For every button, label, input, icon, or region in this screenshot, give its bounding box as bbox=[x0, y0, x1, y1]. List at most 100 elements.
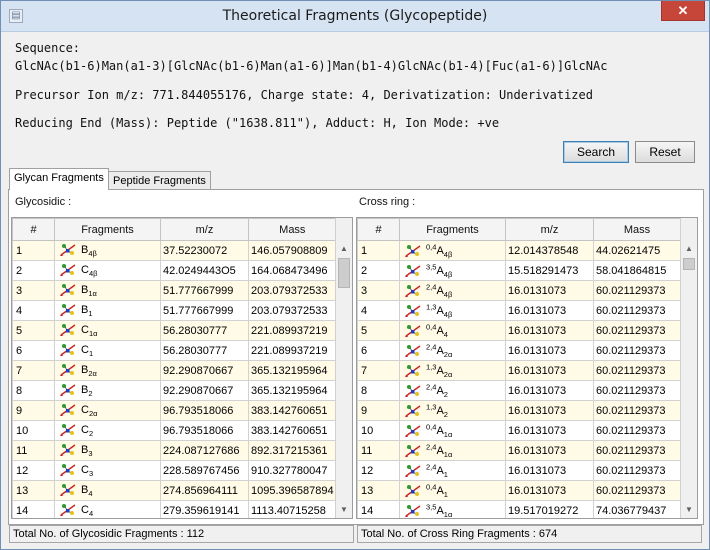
glycan-structure-icon bbox=[60, 283, 76, 296]
table-row[interactable]: 9 C2α 96.793518066 383.142760651 bbox=[12, 400, 337, 421]
glycan-structure-icon bbox=[60, 303, 76, 316]
table-row[interactable]: 4 1,3A4β 16.0131073 60.021129373 bbox=[357, 300, 681, 321]
reset-button[interactable]: Reset bbox=[635, 141, 695, 163]
fragment-cleavage: 1,3 bbox=[426, 362, 437, 372]
scroll-down-arrow[interactable]: ▼ bbox=[681, 501, 697, 518]
column-header-mz[interactable]: m/z bbox=[160, 218, 249, 241]
table-row[interactable]: 1 0,4A4β 12.014378548 44.02621475 bbox=[357, 240, 681, 261]
mz-cell: 96.793518066 bbox=[160, 400, 249, 421]
cross-ring-table[interactable]: # Fragments m/z Mass 1 0,4A4β 12.014378548… bbox=[356, 217, 698, 519]
tab-glycan-fragments[interactable]: Glycan Fragments bbox=[9, 168, 109, 190]
table-row[interactable]: 7 1,3A2α 16.0131073 60.021129373 bbox=[357, 360, 681, 381]
mass-cell: 1113.40715258 bbox=[248, 500, 337, 518]
column-header-number[interactable]: # bbox=[12, 218, 55, 241]
table-row[interactable]: 13 0,4A1 16.0131073 60.021129373 bbox=[357, 480, 681, 501]
mz-cell: 92.290870667 bbox=[160, 380, 249, 401]
fragment-label: B2 bbox=[81, 384, 93, 398]
glycan-structure-icon bbox=[405, 264, 421, 277]
table-row[interactable]: 14 C4 279.359619141 1113.40715258 bbox=[12, 500, 337, 518]
column-header-mass[interactable]: Mass bbox=[248, 218, 337, 241]
table-row[interactable]: 14 3,5A1α 19.517019272 74.036779437 bbox=[357, 500, 681, 518]
row-number: 7 bbox=[12, 360, 55, 381]
table-row[interactable]: 2 3,5A4β 15.518291473 58.041864815 bbox=[357, 260, 681, 281]
mz-cell: 16.0131073 bbox=[505, 340, 594, 361]
fragment-cleavage: 2,4 bbox=[426, 442, 437, 452]
close-button[interactable]: ✕ bbox=[661, 1, 705, 21]
fragment-label: B1α bbox=[81, 284, 97, 298]
glycosidic-scrollbar[interactable]: ▲ ▼ bbox=[335, 218, 352, 518]
fragment-label: B4 bbox=[81, 484, 93, 499]
glycan-structure-icon bbox=[60, 443, 76, 456]
scroll-thumb[interactable] bbox=[683, 258, 695, 270]
table-row[interactable]: 11 2,4A1α 16.0131073 60.021129373 bbox=[357, 440, 681, 461]
table-row[interactable]: 12 C3 228.589767456 910.327780047 bbox=[12, 460, 337, 481]
fragment-label: 0,4A4β bbox=[426, 242, 452, 259]
search-button[interactable]: Search bbox=[563, 141, 629, 163]
column-header-fragments[interactable]: Fragments bbox=[399, 218, 506, 241]
mz-cell: 16.0131073 bbox=[505, 460, 594, 481]
mass-cell: 221.089937219 bbox=[248, 320, 337, 341]
fragment-letter: A bbox=[436, 244, 444, 257]
table-row[interactable]: 8 B2 92.290870667 365.132195964 bbox=[12, 380, 337, 401]
fragment-position: 1 bbox=[88, 349, 94, 359]
fragment-position: 2 bbox=[443, 409, 448, 419]
tab-peptide-fragments[interactable]: Peptide Fragments bbox=[108, 171, 211, 191]
table-row[interactable]: 10 C2 96.793518066 383.142760651 bbox=[12, 420, 337, 441]
cross-ring-scrollbar[interactable]: ▲ ▼ bbox=[680, 218, 697, 518]
fragment-letter: A bbox=[436, 364, 444, 377]
scroll-thumb[interactable] bbox=[338, 258, 350, 288]
mass-cell: 60.021129373 bbox=[593, 340, 681, 361]
table-row[interactable]: 7 B2α 92.290870667 365.132195964 bbox=[12, 360, 337, 381]
table-row[interactable]: 2 C4β 42.0249443O5 164.068473496 bbox=[12, 260, 337, 281]
fragment-cell: 0,4A4β bbox=[399, 240, 506, 261]
table-row[interactable]: 9 1,3A2 16.0131073 60.021129373 bbox=[357, 400, 681, 421]
mass-cell: 892.317215361 bbox=[248, 440, 337, 461]
scroll-up-arrow[interactable]: ▲ bbox=[681, 240, 697, 257]
glycosidic-label: Glycosidic : bbox=[15, 196, 72, 208]
mass-cell: 146.057908809 bbox=[248, 240, 337, 261]
table-row[interactable]: 3 2,4A4β 16.0131073 60.021129373 bbox=[357, 280, 681, 301]
table-row[interactable]: 6 2,4A2α 16.0131073 60.021129373 bbox=[357, 340, 681, 361]
scroll-up-arrow[interactable]: ▲ bbox=[336, 240, 352, 257]
fragment-cell: 1,3A2 bbox=[399, 400, 506, 421]
fragment-cell: B4 bbox=[54, 480, 161, 501]
mz-cell: 56.28030777 bbox=[160, 320, 249, 341]
column-header-fragments[interactable]: Fragments bbox=[54, 218, 161, 241]
fragment-position: 4 bbox=[88, 489, 93, 499]
table-row[interactable]: 12 2,4A1 16.0131073 60.021129373 bbox=[357, 460, 681, 481]
fragment-label: 0,4A4 bbox=[426, 322, 448, 339]
mass-cell: 60.021129373 bbox=[593, 440, 681, 461]
fragment-label: 0,4A1α bbox=[426, 422, 452, 439]
fragment-letter: A bbox=[436, 484, 444, 497]
mass-cell: 203.079372533 bbox=[248, 280, 337, 301]
glycan-structure-icon bbox=[405, 244, 421, 257]
column-header-number[interactable]: # bbox=[357, 218, 400, 241]
row-number: 10 bbox=[357, 420, 400, 441]
fragment-position: 4β bbox=[88, 269, 98, 279]
table-row[interactable]: 11 B3 224.087127686 892.317215361 bbox=[12, 440, 337, 461]
mz-cell: 96.793518066 bbox=[160, 420, 249, 441]
mass-cell: 60.021129373 bbox=[593, 280, 681, 301]
table-row[interactable]: 5 C1α 56.28030777 221.089937219 bbox=[12, 320, 337, 341]
column-header-mz[interactable]: m/z bbox=[505, 218, 594, 241]
mass-cell: 221.089937219 bbox=[248, 340, 337, 361]
reducing-end-info: Reducing End (Mass): Peptide ("1638.811"… bbox=[15, 116, 500, 130]
column-header-mass[interactable]: Mass bbox=[593, 218, 681, 241]
mass-cell: 365.132195964 bbox=[248, 360, 337, 381]
table-row[interactable]: 8 2,4A2 16.0131073 60.021129373 bbox=[357, 380, 681, 401]
table-row[interactable]: 1 B4β 37.52230072 146.057908809 bbox=[12, 240, 337, 261]
table-row[interactable]: 10 0,4A1α 16.0131073 60.021129373 bbox=[357, 420, 681, 441]
table-row[interactable]: 5 0,4A4 16.0131073 60.021129373 bbox=[357, 320, 681, 341]
glycosidic-table[interactable]: # Fragments m/z Mass 1 B4β 37.52230072 146.… bbox=[11, 217, 353, 519]
fragment-position: 4β bbox=[443, 289, 453, 299]
glycan-structure-icon bbox=[405, 304, 421, 317]
scroll-down-arrow[interactable]: ▼ bbox=[336, 501, 352, 518]
glycan-structure-icon bbox=[405, 504, 421, 517]
table-row[interactable]: 13 B4 274.856964111 1095.396587894 bbox=[12, 480, 337, 501]
table-row[interactable]: 6 C1 56.28030777 221.089937219 bbox=[12, 340, 337, 361]
row-number: 14 bbox=[12, 500, 55, 518]
table-row[interactable]: 3 B1α 51.777667999 203.079372533 bbox=[12, 280, 337, 301]
fragment-cleavage: 2,4 bbox=[426, 382, 437, 392]
fragment-label: 3,5A1α bbox=[426, 502, 452, 518]
table-row[interactable]: 4 B1 51.777667999 203.079372533 bbox=[12, 300, 337, 321]
